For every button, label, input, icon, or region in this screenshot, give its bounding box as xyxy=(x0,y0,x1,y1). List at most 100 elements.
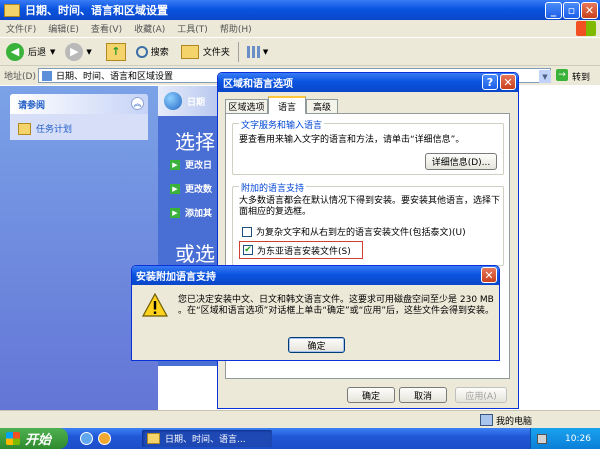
see-also-title: 请参阅 xyxy=(18,100,46,111)
tab-advanced[interactable]: 高级 xyxy=(306,99,338,113)
menu-favorites[interactable]: 收藏(A) xyxy=(128,22,171,35)
pick-task-heading: 选择 xyxy=(175,130,215,154)
globe-icon xyxy=(164,92,182,110)
east-asian-label: 为东亚语言安装文件(S) xyxy=(257,246,351,257)
task-link-label: 更改日 xyxy=(185,161,213,171)
ie-quicklaunch-icon[interactable] xyxy=(80,432,93,445)
green-arrow-icon: ▶ xyxy=(170,159,180,170)
system-tray: 10:26 xyxy=(530,428,600,449)
close-button[interactable]: ✕ xyxy=(581,2,598,19)
complex-script-checkbox[interactable] xyxy=(242,226,252,237)
my-computer-icon xyxy=(480,414,493,426)
alert-title: 安装附加语言支持 xyxy=(136,272,216,283)
start-button[interactable]: 开始 xyxy=(0,428,68,449)
complex-script-label: 为复杂文字和从右到左的语言安装文件(包括泰文)(U) xyxy=(256,228,466,238)
views-dropdown-icon[interactable]: ▼ xyxy=(263,48,268,56)
forward-dropdown-icon[interactable]: ▼ xyxy=(86,48,91,56)
task-link-3[interactable]: ▶ 添加其 xyxy=(170,206,212,219)
menu-bar: 文件(F) 编辑(E) 查看(V) 收藏(A) 工具(T) 帮助(H) xyxy=(0,20,600,37)
forward-arrow-icon[interactable]: ▶ xyxy=(65,42,84,61)
address-value: 日期、时间、语言和区域设置 xyxy=(56,72,174,82)
task-link-label: 更改数 xyxy=(185,185,213,195)
control-panel-icon xyxy=(42,70,52,81)
taskbar-task-button[interactable]: 日期、时间、语言... xyxy=(142,430,272,447)
ok-button[interactable]: 确定 xyxy=(347,387,395,403)
back-dropdown-icon[interactable]: ▼ xyxy=(50,48,55,56)
alert-close-button[interactable]: ✕ xyxy=(481,267,497,283)
menu-help[interactable]: 帮助(H) xyxy=(214,22,258,35)
apply-button[interactable]: 应用(A) xyxy=(455,387,507,403)
back-button-label[interactable]: 后退 xyxy=(28,45,46,58)
menu-tools[interactable]: 工具(T) xyxy=(171,22,214,35)
collapse-chevron-icon[interactable]: ︽ xyxy=(131,97,144,110)
go-button-label[interactable]: 转到 xyxy=(572,70,590,83)
east-asian-checkbox[interactable]: ✔ xyxy=(243,245,253,255)
complex-script-option[interactable]: 为复杂文字和从右到左的语言安装文件(包括泰文)(U) xyxy=(242,225,466,238)
green-arrow-icon: ▶ xyxy=(170,183,180,194)
explorer-title-bar[interactable]: 日期、时间、语言和区域设置 xyxy=(0,0,600,20)
menu-view[interactable]: 查看(V) xyxy=(85,22,128,35)
start-label: 开始 xyxy=(25,433,52,448)
task-pane: 请参阅 ︽ 任务计划 xyxy=(0,86,158,410)
menu-edit[interactable]: 编辑(E) xyxy=(42,22,85,35)
menu-file[interactable]: 文件(F) xyxy=(0,22,42,35)
windows-flag-icon xyxy=(6,432,20,445)
task-link-2[interactable]: ▶ 更改数 xyxy=(170,182,212,195)
regional-title: 区域和语言选项 xyxy=(223,79,293,90)
up-folder-icon[interactable]: ↑ xyxy=(105,42,126,61)
supplemental-language-title: 附加的语言支持 xyxy=(239,181,307,194)
green-arrow-icon: ▶ xyxy=(170,207,180,218)
address-dropdown-icon[interactable]: ▼ xyxy=(539,70,551,83)
address-label: 地址(D) xyxy=(4,72,36,82)
supplemental-language-group: 附加的语言支持 大多数语言都会在默认情况下得到安装。要安装其他语言，选择下面相应… xyxy=(232,181,504,266)
maximize-button[interactable]: ▫ xyxy=(563,2,580,19)
toolbar-separator xyxy=(237,41,239,62)
status-computer: 我的电脑 xyxy=(496,417,533,427)
banner-title: 日期 xyxy=(187,97,206,108)
tab-regional-options[interactable]: 区域选项 xyxy=(225,99,268,113)
windows-logo-icon xyxy=(576,21,596,36)
text-services-group: 文字服务和输入语言 要查看用来输入文字的语言和方法，请单击“详细信息”。 详细信… xyxy=(232,118,504,175)
supplemental-language-desc: 大多数语言都会在默认情况下得到安装。要安装其他语言，选择下面相应的复选框。 xyxy=(239,196,501,217)
back-arrow-icon[interactable]: ◀ xyxy=(6,42,24,61)
scheduled-tasks-icon xyxy=(18,122,31,135)
task-link-1[interactable]: ▶ 更改日 xyxy=(170,158,212,171)
status-bar: 我的电脑 xyxy=(0,410,600,428)
text-services-desc: 要查看用来输入文字的语言和方法，请单击“详细信息”。 xyxy=(239,135,465,145)
taskbar: 开始 日期、时间、语言... 10:26 xyxy=(0,428,600,449)
search-icon[interactable] xyxy=(135,45,148,58)
regional-title-bar[interactable]: 区域和语言选项 xyxy=(218,73,518,92)
folder-icon xyxy=(4,3,20,17)
minimize-button[interactable]: _ xyxy=(545,2,562,19)
alert-ok-button[interactable]: 确定 xyxy=(288,337,345,353)
text-services-title: 文字服务和输入语言 xyxy=(239,118,325,131)
clock[interactable]: 10:26 xyxy=(565,434,591,444)
toolbar: ◀ 后退 ▼ ▶ ▼ ↑ 搜索 文件夹 ▼ xyxy=(0,37,600,65)
pick-icon-heading: 或选 xyxy=(175,242,215,266)
cancel-button[interactable]: 取消 xyxy=(399,387,447,403)
tray-app-icon[interactable] xyxy=(537,433,547,444)
alert-title-bar[interactable]: 安装附加语言支持 xyxy=(132,266,499,285)
help-button[interactable]: ? xyxy=(482,74,498,90)
alert-message: 您已决定安装中文、日文和韩文语言文件。这要求可用磁盘空间至少是 230 MB 。… xyxy=(178,295,494,316)
go-arrow-icon[interactable]: → xyxy=(556,69,568,81)
folders-button-label[interactable]: 文件夹 xyxy=(203,45,230,58)
search-button-label[interactable]: 搜索 xyxy=(151,45,169,58)
taskbar-task-label: 日期、时间、语言... xyxy=(165,435,246,445)
window-title: 日期、时间、语言和区域设置 xyxy=(25,4,168,17)
sidebar-item-scheduled-tasks[interactable]: 任务计划 xyxy=(18,122,72,135)
category-banner: 日期 xyxy=(158,86,218,116)
east-asian-option[interactable]: ✔ 为东亚语言安装文件(S) xyxy=(239,241,363,259)
folder-icon xyxy=(147,433,160,444)
sidebar-item-label: 任务计划 xyxy=(36,125,73,135)
details-button[interactable]: 详细信息(D)... xyxy=(425,153,497,170)
media-quicklaunch-icon[interactable] xyxy=(98,432,111,445)
see-also-header[interactable]: 请参阅 ︽ xyxy=(10,94,148,114)
see-also-panel: 请参阅 ︽ 任务计划 xyxy=(10,94,148,140)
regional-close-button[interactable]: ✕ xyxy=(500,74,516,90)
tab-languages[interactable]: 语言 xyxy=(268,96,306,114)
folders-icon[interactable] xyxy=(180,44,199,59)
warning-icon xyxy=(142,293,168,317)
views-icon[interactable] xyxy=(246,45,261,58)
alert-dialog: 安装附加语言支持 ✕ 您已决定安装中文、日文和韩文语言文件。这要求可用磁盘空间至… xyxy=(131,265,500,361)
